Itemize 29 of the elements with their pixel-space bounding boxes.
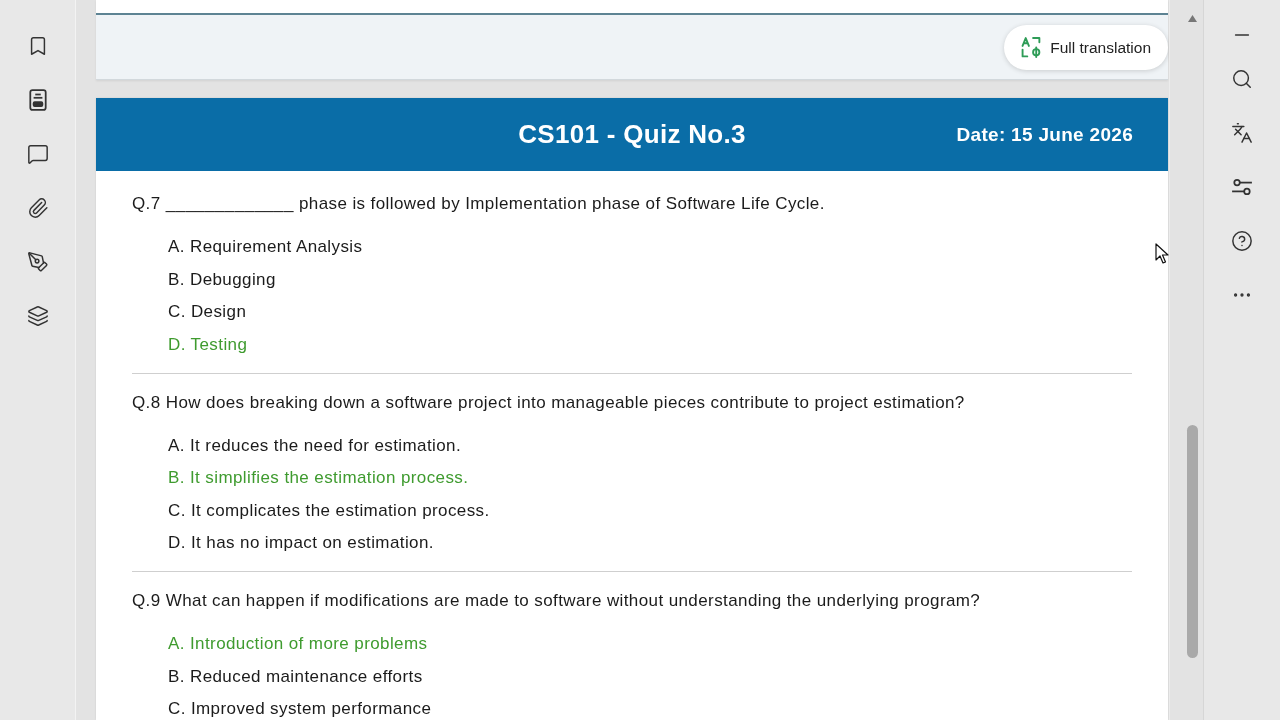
translate-icon[interactable] <box>1231 122 1253 144</box>
scrollbar-thumb[interactable] <box>1187 425 1198 658</box>
document-icon[interactable] <box>26 89 49 111</box>
answer-option: C. It complicates the estimation process. <box>168 500 490 521</box>
pen-nib-icon[interactable] <box>26 251 49 273</box>
layers-icon[interactable] <box>26 305 49 327</box>
question-text: Q.8 How does breaking down a software project into manageable pieces contribute to project estimation? <box>132 392 966 413</box>
answer-option: A. It reduces the need for estimation. <box>168 435 462 456</box>
answer-option: D. Testing <box>168 334 248 355</box>
answer-option: C. Design <box>168 302 247 322</box>
question-text: Q.7 _____________ phase is followed by Implementation phase of Software Life Cycle. <box>132 194 826 214</box>
question-text: Q.9 What can happen if modifications are made to software without understanding the underlying program? <box>132 591 982 611</box>
translate-icon <box>1021 37 1043 58</box>
answer-option: C. Improved system performance <box>168 699 432 719</box>
answer-option: D. It has no impact on estimation. <box>168 533 434 553</box>
answer-option: B. It simplifies the estimation process. <box>168 468 469 488</box>
comment-icon[interactable] <box>26 143 49 165</box>
answer-option: A. Introduction of more problems <box>168 634 428 654</box>
search-icon[interactable] <box>1231 68 1253 90</box>
quiz-date: Date: 15 June 2026 <box>956 123 1133 146</box>
answer-option: A. Requirement Analysis <box>168 237 363 257</box>
answer-option: B. Debugging <box>168 269 276 290</box>
paperclip-icon[interactable] <box>26 197 49 219</box>
full-translation-button[interactable]: Full translation <box>1004 25 1168 70</box>
answer-option: B. Reduced maintenance efforts <box>168 666 423 687</box>
sliders-icon[interactable] <box>1231 176 1253 198</box>
scroll-up-icon[interactable] <box>1188 15 1197 22</box>
quiz-title: CS101 - Quiz No.3 <box>518 119 746 150</box>
help-icon[interactable] <box>1231 230 1253 252</box>
